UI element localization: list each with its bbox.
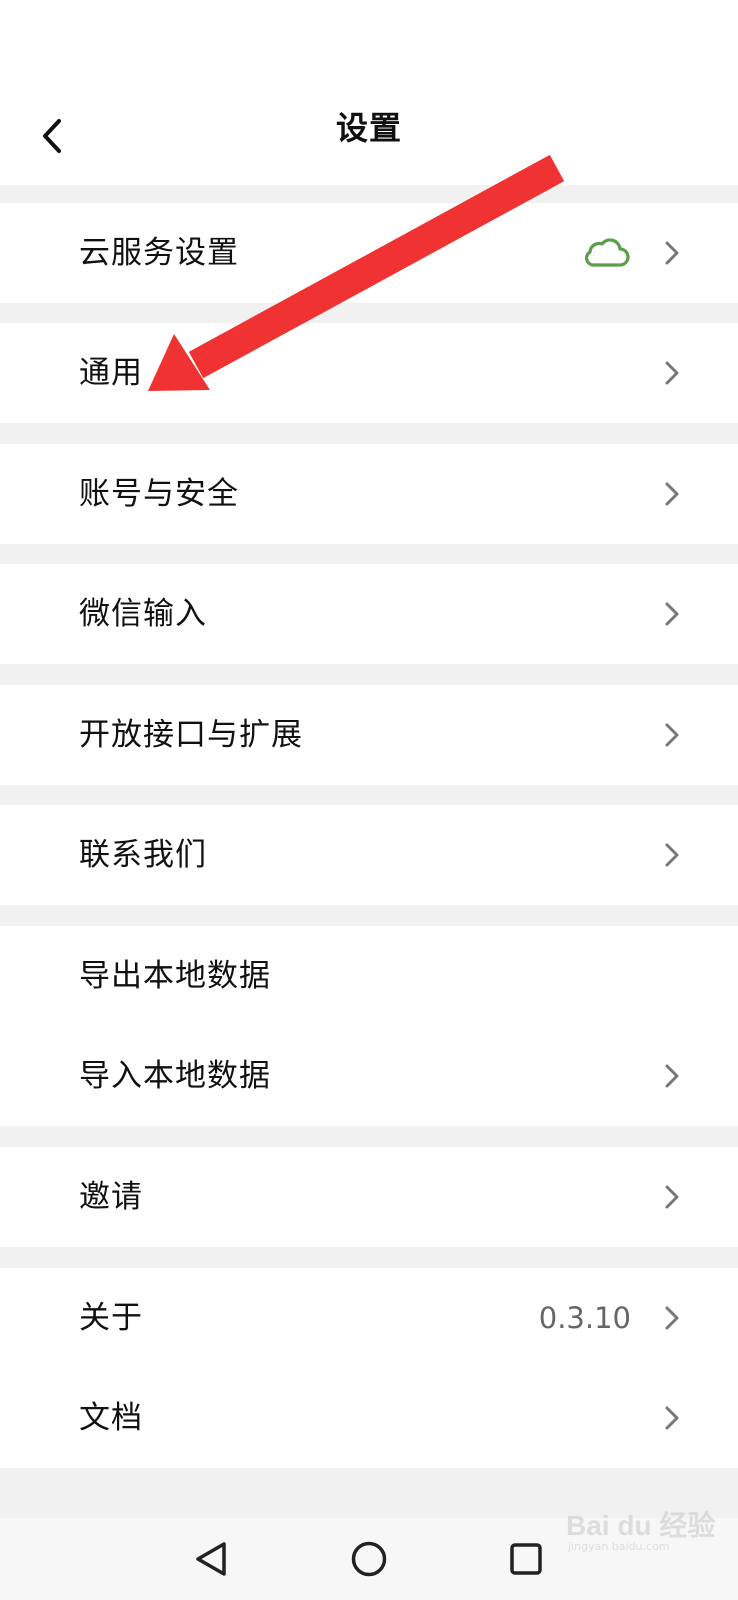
settings-item-export-data[interactable]: 导出本地数据 [0, 926, 738, 1026]
settings-item-cloud-service[interactable]: 云服务设置 [0, 203, 738, 303]
settings-item-label: 文档 [79, 1400, 143, 1436]
settings-item-label: 通用 [79, 355, 143, 391]
chevron-right-icon [665, 843, 679, 867]
settings-item-label: 账号与安全 [79, 476, 239, 512]
settings-item-label: 导出本地数据 [79, 958, 271, 994]
settings-item-open-api[interactable]: 开放接口与扩展 [0, 685, 738, 785]
settings-item-label: 联系我们 [79, 837, 207, 873]
settings-item-label: 导入本地数据 [79, 1058, 271, 1094]
settings-item-label: 云服务设置 [79, 235, 239, 271]
chevron-right-icon [665, 361, 679, 385]
nav-back-button[interactable] [188, 1536, 234, 1582]
watermark-sub: jingyan.baidu.com [568, 1540, 670, 1553]
settings-item-about[interactable]: 关于 0.3.10 [0, 1268, 738, 1368]
page-title: 设置 [335, 109, 402, 147]
chevron-right-icon [665, 602, 679, 626]
chevron-right-icon [665, 1406, 679, 1430]
settings-item-invite[interactable]: 邀请 [0, 1147, 738, 1247]
circle-home-icon [351, 1541, 387, 1577]
settings-item-label: 关于 [79, 1300, 143, 1336]
cloud-icon [585, 238, 630, 267]
chevron-right-icon [665, 241, 679, 265]
settings-item-label: 开放接口与扩展 [79, 717, 303, 753]
baidu-watermark: Bai du 经验 jingyan.baidu.com [562, 1500, 738, 1556]
square-recents-icon [510, 1543, 542, 1575]
settings-item-wechat-input[interactable]: 微信输入 [0, 564, 738, 664]
chevron-right-icon [665, 1064, 679, 1088]
chevron-right-icon [665, 723, 679, 747]
version-value: 0.3.10 [538, 1301, 631, 1335]
triangle-back-icon [196, 1542, 226, 1576]
settings-item-label: 邀请 [79, 1179, 143, 1215]
status-bar [0, 0, 738, 90]
chevron-right-icon [665, 1185, 679, 1209]
chevron-right-icon [665, 1306, 679, 1330]
settings-item-account-security[interactable]: 账号与安全 [0, 444, 738, 544]
settings-item-general[interactable]: 通用 [0, 323, 738, 423]
nav-home-button[interactable] [346, 1536, 392, 1582]
watermark-text: Bai du 经验 [566, 1510, 716, 1541]
chevron-right-icon [665, 482, 679, 506]
settings-item-contact-us[interactable]: 联系我们 [0, 805, 738, 905]
settings-item-docs[interactable]: 文档 [0, 1368, 738, 1468]
header: 设置 [0, 90, 738, 185]
nav-recents-button[interactable] [503, 1536, 549, 1582]
settings-item-import-data[interactable]: 导入本地数据 [0, 1026, 738, 1126]
settings-item-label: 微信输入 [79, 596, 207, 632]
